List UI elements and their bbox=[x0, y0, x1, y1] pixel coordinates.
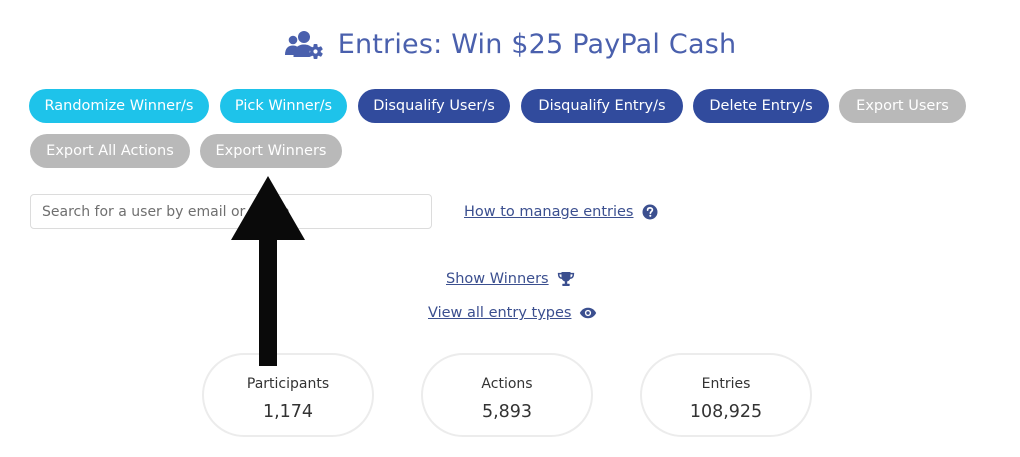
entries-label: Entries bbox=[701, 376, 751, 392]
show-winners-link-label[interactable]: Show Winners bbox=[446, 271, 549, 287]
export-users-button[interactable]: Export Users bbox=[839, 89, 966, 123]
eye-icon bbox=[580, 307, 597, 319]
participants-label: Participants bbox=[246, 376, 330, 392]
pick-winners-button[interactable]: Pick Winner/s bbox=[220, 89, 347, 123]
delete-entries-button[interactable]: Delete Entry/s bbox=[693, 89, 829, 123]
trophy-icon bbox=[557, 272, 574, 286]
entries-count: 108,925 bbox=[689, 402, 763, 422]
manage-entries-link-label[interactable]: How to manage entries bbox=[464, 204, 634, 220]
page-title-text: Entries: Win $25 PayPal Cash bbox=[337, 28, 737, 60]
page-title: Entries: Win $25 PayPal Cash bbox=[0, 28, 1020, 60]
view-entry-types-link[interactable]: View all entry types bbox=[428, 305, 597, 321]
disqualify-entries-button[interactable]: Disqualify Entry/s bbox=[521, 89, 683, 123]
actions-count: 5,893 bbox=[481, 402, 533, 422]
manage-entries-link[interactable]: How to manage entries bbox=[464, 204, 658, 220]
entries-stat-card: Entries 108,925 bbox=[640, 353, 812, 437]
randomize-winners-button[interactable]: Randomize Winner/s bbox=[29, 89, 209, 123]
annotation-arrow-up bbox=[231, 176, 305, 366]
users-gear-icon bbox=[284, 31, 323, 59]
actions-label: Actions bbox=[481, 376, 533, 392]
export-winners-button[interactable]: Export Winners bbox=[200, 134, 342, 168]
show-winners-link[interactable]: Show Winners bbox=[446, 271, 575, 287]
participants-count: 1,174 bbox=[262, 402, 314, 422]
disqualify-users-button[interactable]: Disqualify User/s bbox=[358, 89, 510, 123]
actions-stat-card: Actions 5,893 bbox=[421, 353, 593, 437]
question-circle-icon bbox=[642, 204, 657, 220]
export-all-actions-button[interactable]: Export All Actions bbox=[30, 134, 190, 168]
view-entry-types-link-label[interactable]: View all entry types bbox=[428, 305, 571, 321]
